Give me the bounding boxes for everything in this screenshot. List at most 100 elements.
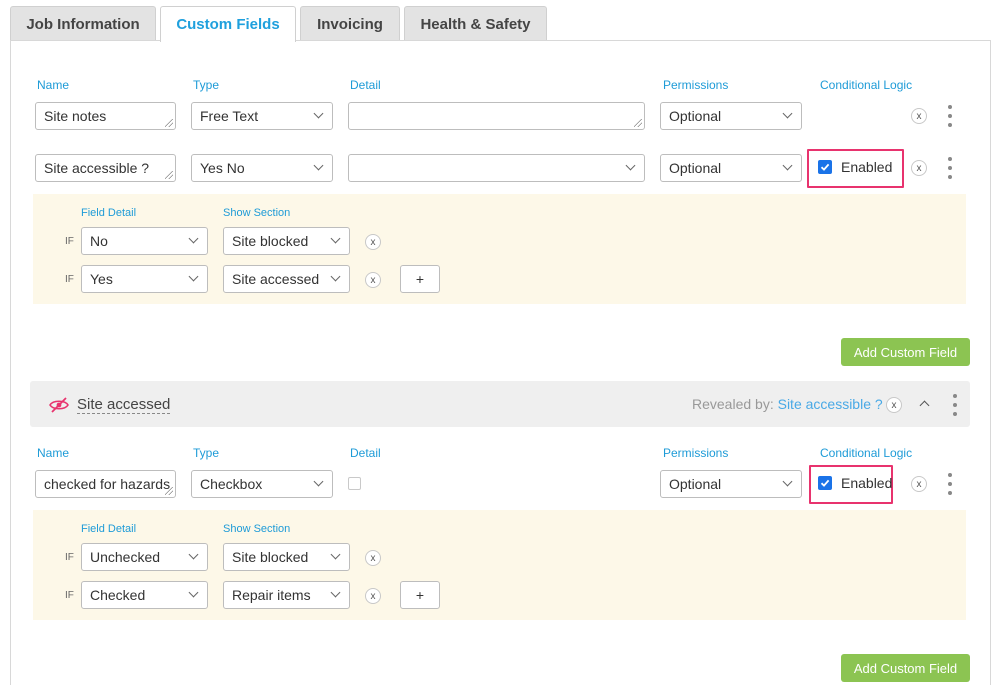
column-type-label: Type (193, 446, 220, 460)
column-conditional-logic-label: Conditional Logic (820, 78, 913, 92)
chevron-down-icon (330, 271, 341, 282)
more-options-icon[interactable] (947, 105, 953, 127)
field-detail-input[interactable] (348, 102, 645, 130)
add-custom-field-button[interactable]: Add Custom Field (841, 338, 970, 366)
condition-section-select[interactable]: Site blocked (223, 543, 350, 571)
condition-section-value: Site blocked (232, 549, 309, 565)
revealed-by-text: Revealed by: Site accessible ? (692, 396, 883, 412)
remove-condition-button[interactable]: x (365, 272, 381, 288)
resize-grip-icon[interactable] (165, 487, 173, 495)
chevron-down-icon (782, 108, 793, 119)
condition-detail-value: Yes (90, 271, 113, 287)
field-name-value: Site notes (44, 108, 107, 124)
column-detail-label: Detail (350, 446, 381, 460)
conditional-logic-label: Enabled (841, 159, 893, 175)
remove-field-button[interactable]: x (911, 160, 927, 176)
resize-grip-icon[interactable] (165, 119, 173, 127)
field-name-input[interactable]: checked for hazards (35, 470, 176, 498)
condition-section-value: Repair items (232, 587, 311, 603)
chevron-down-icon (313, 108, 324, 119)
field-name-value: checked for hazards (44, 476, 171, 492)
chevron-down-icon (330, 233, 341, 244)
checkbox-checked-icon (818, 160, 832, 174)
field-type-select[interactable]: Free Text (191, 102, 333, 130)
field-permission-select[interactable]: Optional (660, 102, 802, 130)
conditional-logic-checkbox[interactable]: Enabled (818, 475, 892, 491)
tab-job-information[interactable]: Job Information (10, 6, 156, 41)
field-type-select[interactable]: Checkbox (191, 470, 333, 498)
section-title[interactable]: Site accessed (77, 396, 171, 414)
chevron-down-icon (313, 160, 324, 171)
revealed-by-label: Revealed by: (692, 396, 774, 412)
condition-detail-select[interactable]: Unchecked (81, 543, 208, 571)
revealed-by-link[interactable]: Site accessible ? (778, 396, 883, 412)
field-name-input[interactable]: Site notes (35, 102, 176, 130)
condition-section-value: Site accessed (232, 271, 320, 287)
chevron-down-icon (782, 476, 793, 487)
condition-section-value: Site blocked (232, 233, 309, 249)
column-conditional-logic-label: Conditional Logic (820, 446, 913, 460)
chevron-down-icon (188, 549, 199, 560)
chevron-down-icon (188, 233, 199, 244)
remove-section-button[interactable]: x (886, 397, 902, 413)
remove-condition-button[interactable]: x (365, 234, 381, 250)
column-name-label: Name (37, 78, 70, 92)
field-permission-value: Optional (669, 476, 722, 492)
field-detail-select[interactable] (348, 154, 645, 182)
field-type-value: Yes No (200, 160, 245, 176)
field-permission-select[interactable]: Optional (660, 470, 802, 498)
eye-hidden-icon (49, 397, 69, 413)
chevron-down-icon (188, 271, 199, 282)
tab-health-safety[interactable]: Health & Safety (404, 6, 547, 41)
field-detail-label: Field Detail (81, 207, 137, 219)
column-name-label: Name (37, 446, 70, 460)
field-name-value: Site accessible ? (44, 160, 150, 176)
remove-field-button[interactable]: x (911, 476, 927, 492)
add-custom-field-button[interactable]: Add Custom Field (841, 654, 970, 682)
condition-section-select[interactable]: Site blocked (223, 227, 350, 255)
more-options-icon[interactable] (952, 394, 958, 416)
condition-detail-select[interactable]: No (81, 227, 208, 255)
if-label: IF (65, 274, 74, 285)
field-name-input[interactable]: Site accessible ? (35, 154, 176, 182)
condition-detail-value: Checked (90, 587, 146, 603)
condition-section-select[interactable]: Site accessed (223, 265, 350, 293)
remove-field-button[interactable]: x (911, 108, 927, 124)
if-label: IF (65, 590, 74, 601)
remove-condition-button[interactable]: x (365, 550, 381, 566)
field-permission-select[interactable]: Optional (660, 154, 802, 182)
condition-detail-select[interactable]: Yes (81, 265, 208, 293)
conditional-logic-checkbox[interactable]: Enabled (818, 159, 892, 175)
add-condition-button[interactable]: + (400, 265, 440, 293)
field-permission-value: Optional (669, 160, 722, 176)
more-options-icon[interactable] (947, 157, 953, 179)
chevron-down-icon (625, 160, 636, 171)
field-type-value: Free Text (200, 108, 259, 124)
chevron-down-icon (330, 549, 341, 560)
show-section-label: Show Section (223, 207, 291, 219)
column-detail-label: Detail (350, 78, 381, 92)
resize-grip-icon[interactable] (165, 171, 173, 179)
more-options-icon[interactable] (947, 473, 953, 495)
detail-checkbox[interactable] (348, 477, 361, 490)
field-type-select[interactable]: Yes No (191, 154, 333, 182)
chevron-down-icon (313, 476, 324, 487)
if-label: IF (65, 236, 74, 247)
add-condition-button[interactable]: + (400, 581, 440, 609)
tab-invoicing[interactable]: Invoicing (300, 6, 400, 41)
resize-grip-icon[interactable] (634, 119, 642, 127)
chevron-down-icon (330, 587, 341, 598)
field-detail-label: Field Detail (81, 523, 137, 535)
tab-custom-fields[interactable]: Custom Fields (160, 6, 296, 42)
conditional-logic-label: Enabled (841, 475, 893, 491)
field-type-value: Checkbox (200, 476, 263, 492)
show-section-label: Show Section (223, 523, 291, 535)
condition-detail-value: No (90, 233, 108, 249)
condition-section-select[interactable]: Repair items (223, 581, 350, 609)
checkbox-checked-icon (818, 476, 832, 490)
condition-detail-select[interactable]: Checked (81, 581, 208, 609)
remove-condition-button[interactable]: x (365, 588, 381, 604)
chevron-down-icon (782, 160, 793, 171)
condition-detail-value: Unchecked (90, 549, 161, 565)
column-type-label: Type (193, 78, 220, 92)
